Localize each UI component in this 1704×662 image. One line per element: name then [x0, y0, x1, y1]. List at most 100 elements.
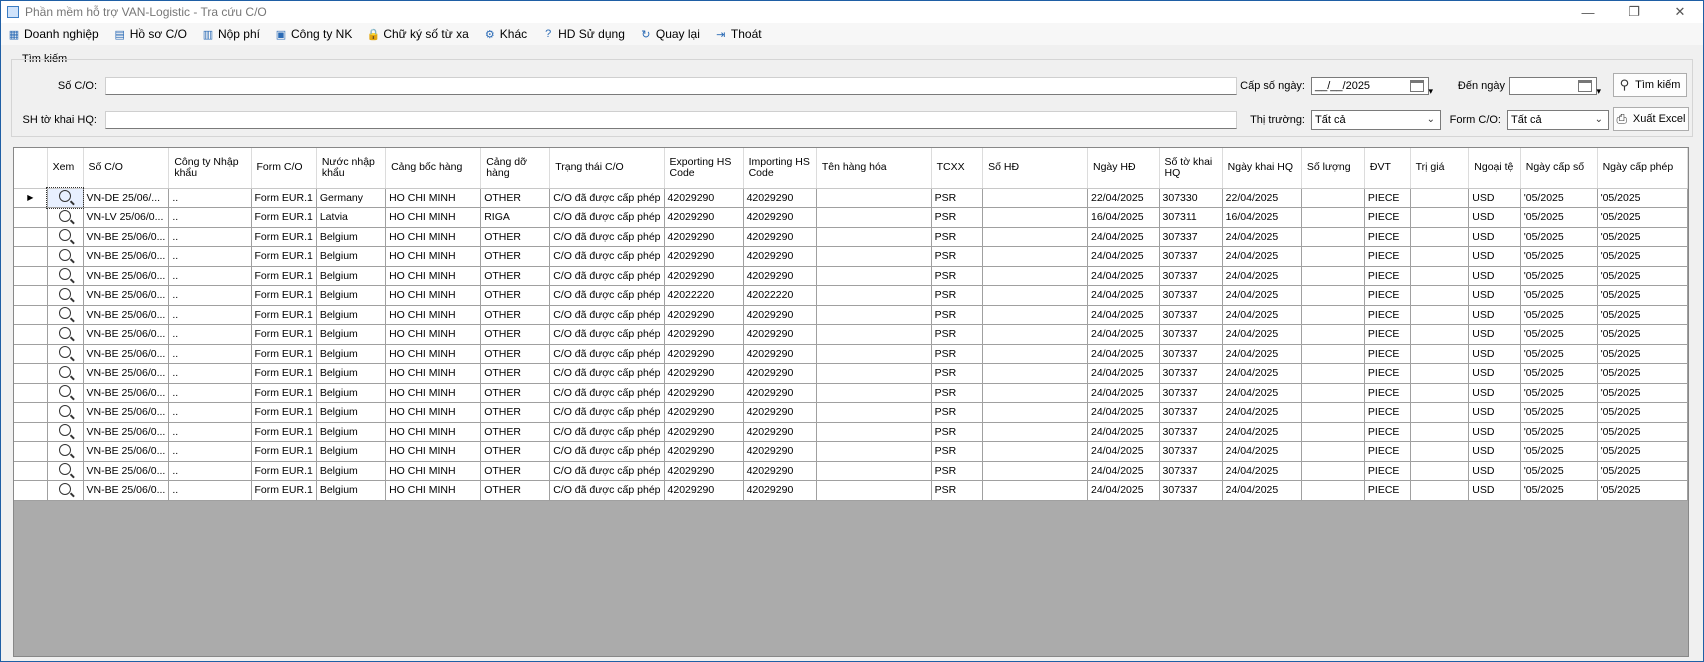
- table-cell[interactable]: [1301, 441, 1365, 462]
- view-cell[interactable]: [47, 402, 84, 423]
- table-cell[interactable]: 24/04/2025: [1222, 344, 1302, 364]
- table-cell[interactable]: OTHER: [480, 305, 551, 325]
- menu-item-0[interactable]: ▦ Doanh nghiệp: [7, 27, 99, 41]
- table-cell[interactable]: RIGA: [480, 207, 551, 228]
- zoom-in-icon[interactable]: [59, 404, 72, 417]
- table-cell[interactable]: OTHER: [480, 246, 551, 267]
- table-cell[interactable]: ..: [168, 188, 252, 208]
- table-cell[interactable]: [816, 305, 932, 325]
- shtk-input[interactable]: [105, 111, 1237, 129]
- menu-item-5[interactable]: ⚙ Khác: [483, 27, 527, 41]
- table-row[interactable]: VN-BE 25/06/0..... Form EUR.1 Belgium HO CH…: [14, 344, 1688, 364]
- table-cell[interactable]: C/O đã được cấp phép: [549, 188, 665, 208]
- table-cell[interactable]: 42029290: [664, 227, 744, 247]
- table-cell[interactable]: HO CHI MINH: [385, 422, 482, 442]
- table-cell[interactable]: [982, 188, 1088, 208]
- table-cell[interactable]: VN-BE 25/06/0...: [83, 285, 170, 306]
- table-cell[interactable]: '05/2025: [1520, 246, 1598, 267]
- cap-so-ngay-picker[interactable]: __/__/2025 ▾: [1311, 77, 1433, 96]
- column-header[interactable]: Số tờ khai HQ: [1159, 148, 1223, 189]
- table-cell[interactable]: 24/04/2025: [1087, 441, 1160, 462]
- table-cell[interactable]: 42029290: [664, 461, 744, 481]
- table-cell[interactable]: Form EUR.1: [251, 363, 317, 384]
- table-cell[interactable]: 24/04/2025: [1087, 227, 1160, 247]
- table-cell[interactable]: 42029290: [664, 383, 744, 403]
- table-cell[interactable]: Form EUR.1: [251, 383, 317, 403]
- table-cell[interactable]: VN-BE 25/06/0...: [83, 324, 170, 345]
- table-cell[interactable]: PSR: [931, 383, 984, 403]
- row-header[interactable]: [14, 227, 48, 247]
- table-cell[interactable]: '05/2025: [1597, 441, 1688, 462]
- table-cell[interactable]: 24/04/2025: [1222, 305, 1302, 325]
- row-header[interactable]: [14, 402, 48, 423]
- table-cell[interactable]: HO CHI MINH: [385, 441, 482, 462]
- table-cell[interactable]: Belgium: [316, 383, 387, 403]
- table-cell[interactable]: 42029290: [664, 480, 744, 501]
- view-cell[interactable]: [47, 324, 84, 345]
- table-cell[interactable]: [982, 344, 1088, 364]
- table-cell[interactable]: [1301, 227, 1365, 247]
- table-cell[interactable]: ..: [168, 305, 252, 325]
- table-cell[interactable]: 24/04/2025: [1222, 266, 1302, 286]
- table-row[interactable]: VN-BE 25/06/0..... Form EUR.1 Belgium HO CH…: [14, 422, 1688, 442]
- table-cell[interactable]: OTHER: [480, 480, 551, 501]
- table-cell[interactable]: USD: [1468, 383, 1521, 403]
- table-cell[interactable]: [1301, 480, 1365, 501]
- column-header[interactable]: Số C/O: [83, 148, 170, 189]
- row-header[interactable]: [14, 285, 48, 306]
- table-cell[interactable]: C/O đã được cấp phép: [549, 227, 665, 247]
- table-cell[interactable]: [982, 441, 1088, 462]
- table-cell[interactable]: Form EUR.1: [251, 188, 317, 208]
- table-cell[interactable]: '05/2025: [1597, 285, 1688, 306]
- table-cell[interactable]: [1301, 363, 1365, 384]
- row-header[interactable]: [14, 383, 48, 403]
- table-cell[interactable]: Belgium: [316, 246, 387, 267]
- table-cell[interactable]: PSR: [931, 441, 984, 462]
- row-header[interactable]: [14, 461, 48, 481]
- row-header[interactable]: [14, 305, 48, 325]
- table-cell[interactable]: Belgium: [316, 305, 387, 325]
- table-cell[interactable]: USD: [1468, 246, 1521, 267]
- view-cell[interactable]: [47, 363, 84, 384]
- table-cell[interactable]: VN-BE 25/06/0...: [83, 441, 170, 462]
- table-cell[interactable]: HO CHI MINH: [385, 383, 482, 403]
- table-cell[interactable]: 307337: [1159, 441, 1223, 462]
- table-cell[interactable]: '05/2025: [1597, 207, 1688, 228]
- table-cell[interactable]: PSR: [931, 363, 984, 384]
- table-cell[interactable]: [1301, 402, 1365, 423]
- menu-item-7[interactable]: ↻ Quay lại: [639, 27, 700, 41]
- table-cell[interactable]: 16/04/2025: [1222, 207, 1302, 228]
- table-cell[interactable]: Belgium: [316, 363, 387, 384]
- close-icon[interactable]: ✕: [1657, 1, 1703, 23]
- zoom-in-icon[interactable]: [59, 385, 72, 398]
- table-cell[interactable]: [1410, 266, 1470, 286]
- table-cell[interactable]: 24/04/2025: [1087, 324, 1160, 345]
- table-cell[interactable]: ..: [168, 207, 252, 228]
- table-cell[interactable]: Belgium: [316, 422, 387, 442]
- table-cell[interactable]: [1301, 246, 1365, 267]
- table-cell[interactable]: HO CHI MINH: [385, 285, 482, 306]
- table-cell[interactable]: 42029290: [743, 383, 817, 403]
- table-cell[interactable]: ..: [168, 266, 252, 286]
- zoom-in-icon[interactable]: [59, 307, 72, 320]
- table-cell[interactable]: OTHER: [480, 227, 551, 247]
- table-cell[interactable]: VN-BE 25/06/0...: [83, 422, 170, 442]
- table-cell[interactable]: 24/04/2025: [1222, 363, 1302, 384]
- table-cell[interactable]: '05/2025: [1520, 422, 1598, 442]
- row-header[interactable]: [14, 480, 48, 501]
- table-cell[interactable]: VN-BE 25/06/0...: [83, 266, 170, 286]
- table-cell[interactable]: Form EUR.1: [251, 207, 317, 228]
- table-cell[interactable]: HO CHI MINH: [385, 324, 482, 345]
- table-cell[interactable]: 42029290: [664, 266, 744, 286]
- table-cell[interactable]: C/O đã được cấp phép: [549, 246, 665, 267]
- table-cell[interactable]: [816, 461, 932, 481]
- table-row[interactable]: VN-BE 25/06/0..... Form EUR.1 Belgium HO CH…: [14, 480, 1688, 501]
- table-cell[interactable]: ..: [168, 402, 252, 423]
- table-cell[interactable]: PIECE: [1364, 285, 1411, 306]
- view-cell[interactable]: [47, 207, 84, 228]
- table-cell[interactable]: USD: [1468, 441, 1521, 462]
- table-cell[interactable]: Belgium: [316, 266, 387, 286]
- menu-item-6[interactable]: ? HD Sử dụng: [541, 27, 625, 41]
- table-cell[interactable]: 42029290: [664, 422, 744, 442]
- table-cell[interactable]: OTHER: [480, 266, 551, 286]
